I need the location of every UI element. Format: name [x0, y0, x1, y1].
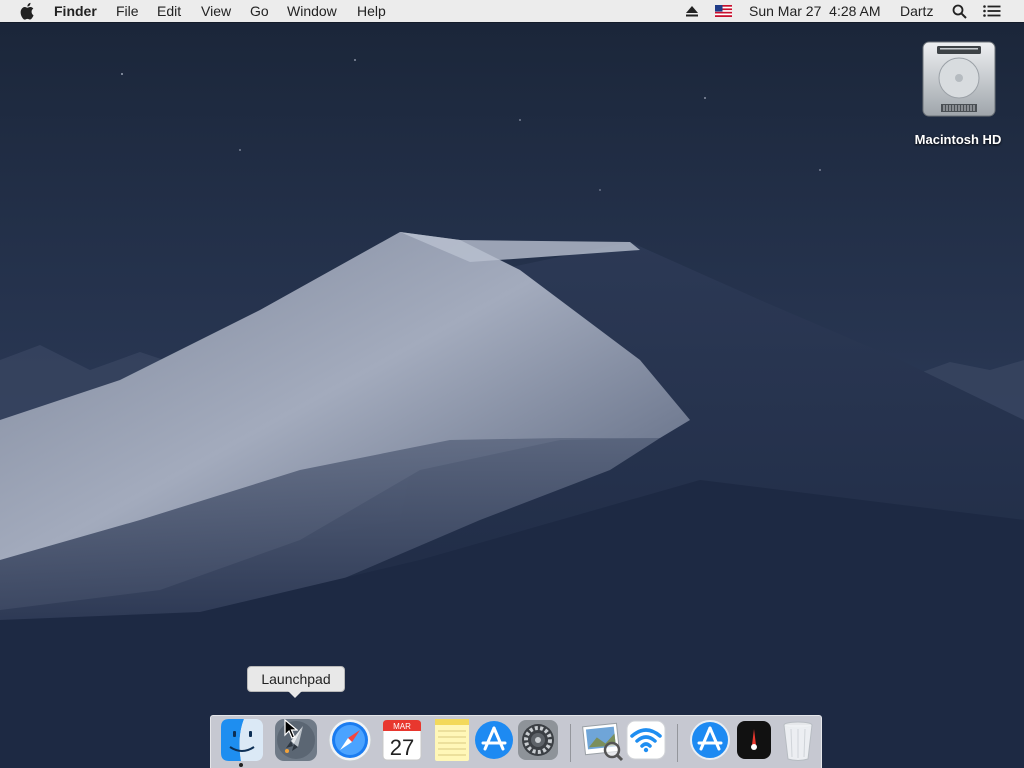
user-menu[interactable]: Dartz: [900, 3, 933, 19]
safari-icon[interactable]: [327, 717, 373, 763]
tooltip-arrow: [288, 691, 302, 698]
downloads-app-store-icon[interactable]: [687, 717, 733, 763]
app-store-icon[interactable]: [471, 717, 517, 763]
dock-separator: [677, 724, 678, 762]
wifi-icon[interactable]: [623, 717, 669, 763]
menu-help[interactable]: Help: [357, 3, 386, 19]
menu-window[interactable]: Window: [287, 3, 337, 19]
dashboard-icon[interactable]: [731, 717, 777, 763]
menu-bar: Finder File Edit View Go Window Help Sun…: [0, 0, 1024, 22]
finder-running-indicator: [239, 763, 243, 767]
notes-icon[interactable]: [429, 717, 475, 763]
hard-drive-icon[interactable]: [919, 40, 999, 120]
menu-edit[interactable]: Edit: [157, 3, 181, 19]
app-menu-finder[interactable]: Finder: [54, 3, 97, 19]
system-preferences-icon[interactable]: [515, 717, 561, 763]
trash-icon[interactable]: [775, 717, 821, 763]
preview-icon[interactable]: [579, 717, 625, 763]
menu-view[interactable]: View: [201, 3, 231, 19]
calendar-day: 27: [390, 735, 414, 760]
dock-separator: [570, 724, 571, 762]
calendar-month: MAR: [393, 722, 411, 731]
spotlight-search-icon[interactable]: [952, 4, 967, 19]
mouse-cursor-icon: [284, 719, 298, 739]
apple-icon[interactable]: [20, 2, 36, 20]
launchpad-tooltip: Launchpad: [247, 666, 345, 692]
menu-file[interactable]: File: [116, 3, 139, 19]
dock: MAR 27: [210, 715, 822, 768]
clock[interactable]: Sun Mar 27 4:28 AM: [749, 3, 881, 19]
notification-center-icon[interactable]: [983, 5, 1001, 17]
us-flag-icon[interactable]: [715, 5, 732, 17]
menu-go[interactable]: Go: [250, 3, 269, 19]
desktop: Finder File Edit View Go Window Help Sun…: [0, 0, 1024, 768]
eject-icon[interactable]: [685, 5, 699, 17]
macintosh-hd-label[interactable]: Macintosh HD: [898, 132, 1018, 147]
wallpaper: [0, 59, 1024, 768]
finder-icon[interactable]: [219, 717, 265, 763]
calendar-icon[interactable]: MAR 27: [379, 717, 425, 763]
